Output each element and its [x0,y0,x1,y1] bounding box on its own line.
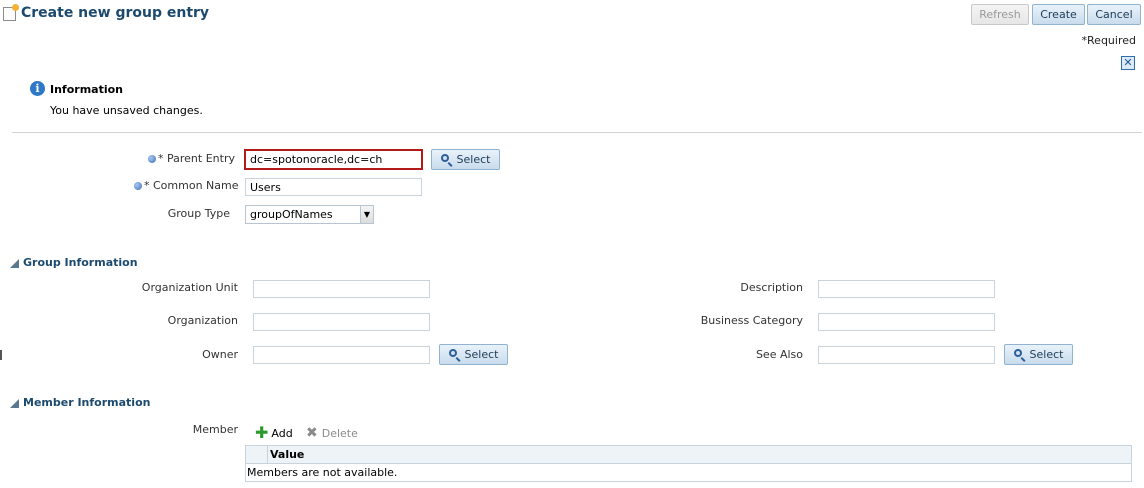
required-note: *Required [1081,34,1136,47]
refresh-button[interactable]: Refresh [971,4,1029,25]
owner-label: Owner [202,348,238,361]
group-type-select[interactable]: groupOfNames ▼ [245,205,374,224]
organization-unit-input[interactable] [253,280,430,298]
select-label: Select [1029,348,1064,361]
member-information-heading[interactable]: Member Information [23,396,150,409]
parent-entry-input[interactable] [244,149,423,170]
page-title: Create new group entry [21,5,210,21]
add-label: Add [271,426,293,440]
group-type-label: Group Type [167,207,230,220]
search-icon [1013,348,1026,361]
info-message: You have unsaved changes. [50,104,203,117]
group-information-heading[interactable]: Group Information [23,256,138,269]
see-also-select-button[interactable]: Select [1004,344,1073,365]
info-icon: i [30,81,45,96]
table-header: Value [246,446,1131,464]
group-type-value: groupOfNames [250,208,333,221]
divider [12,132,1142,133]
owner-select-button[interactable]: Select [439,344,508,365]
search-icon [448,348,461,361]
column-header-value[interactable]: Value [270,448,304,461]
member-label: Member [192,423,238,436]
search-icon [440,153,453,166]
see-also-input[interactable] [818,346,995,364]
business-category-label: Business Category [700,314,803,327]
add-member-button[interactable]: ✚ Add [255,423,293,442]
delete-label: Delete [321,426,358,440]
member-table: Value Members are not available. [245,445,1132,482]
business-category-input[interactable] [818,313,995,331]
create-button[interactable]: Create [1032,4,1085,25]
page-edit-icon [3,4,19,21]
parent-entry-label: * Parent Entry [158,152,235,165]
description-input[interactable] [818,280,995,298]
organization-label: Organization [167,314,238,327]
collapse-triangle-icon[interactable] [10,399,19,408]
select-label: Select [456,153,491,166]
see-also-label: See Also [755,348,803,361]
splitter-handle[interactable] [0,350,2,360]
empty-table-message: Members are not available. [247,466,398,479]
common-name-input[interactable] [245,178,422,196]
chevron-down-icon: ▼ [360,206,373,223]
delete-member-button[interactable]: ✖ Delete [306,426,358,440]
organization-unit-label: Organization Unit [141,281,238,294]
collapse-triangle-icon[interactable] [10,259,19,268]
required-dot-icon [148,155,156,163]
row-selector-header [246,446,268,463]
common-name-label: * Common Name [144,179,239,192]
delete-icon: ✖ [306,425,318,441]
organization-input[interactable] [253,313,430,331]
owner-input[interactable] [253,346,430,364]
select-label: Select [464,348,499,361]
description-label: Description [740,281,803,294]
info-title: Information [50,83,123,96]
cancel-button[interactable]: Cancel [1087,4,1141,25]
close-icon[interactable]: ✕ [1121,56,1135,70]
parent-entry-select-button[interactable]: Select [431,149,500,170]
add-icon: ✚ [255,423,269,442]
required-dot-icon [134,182,142,190]
